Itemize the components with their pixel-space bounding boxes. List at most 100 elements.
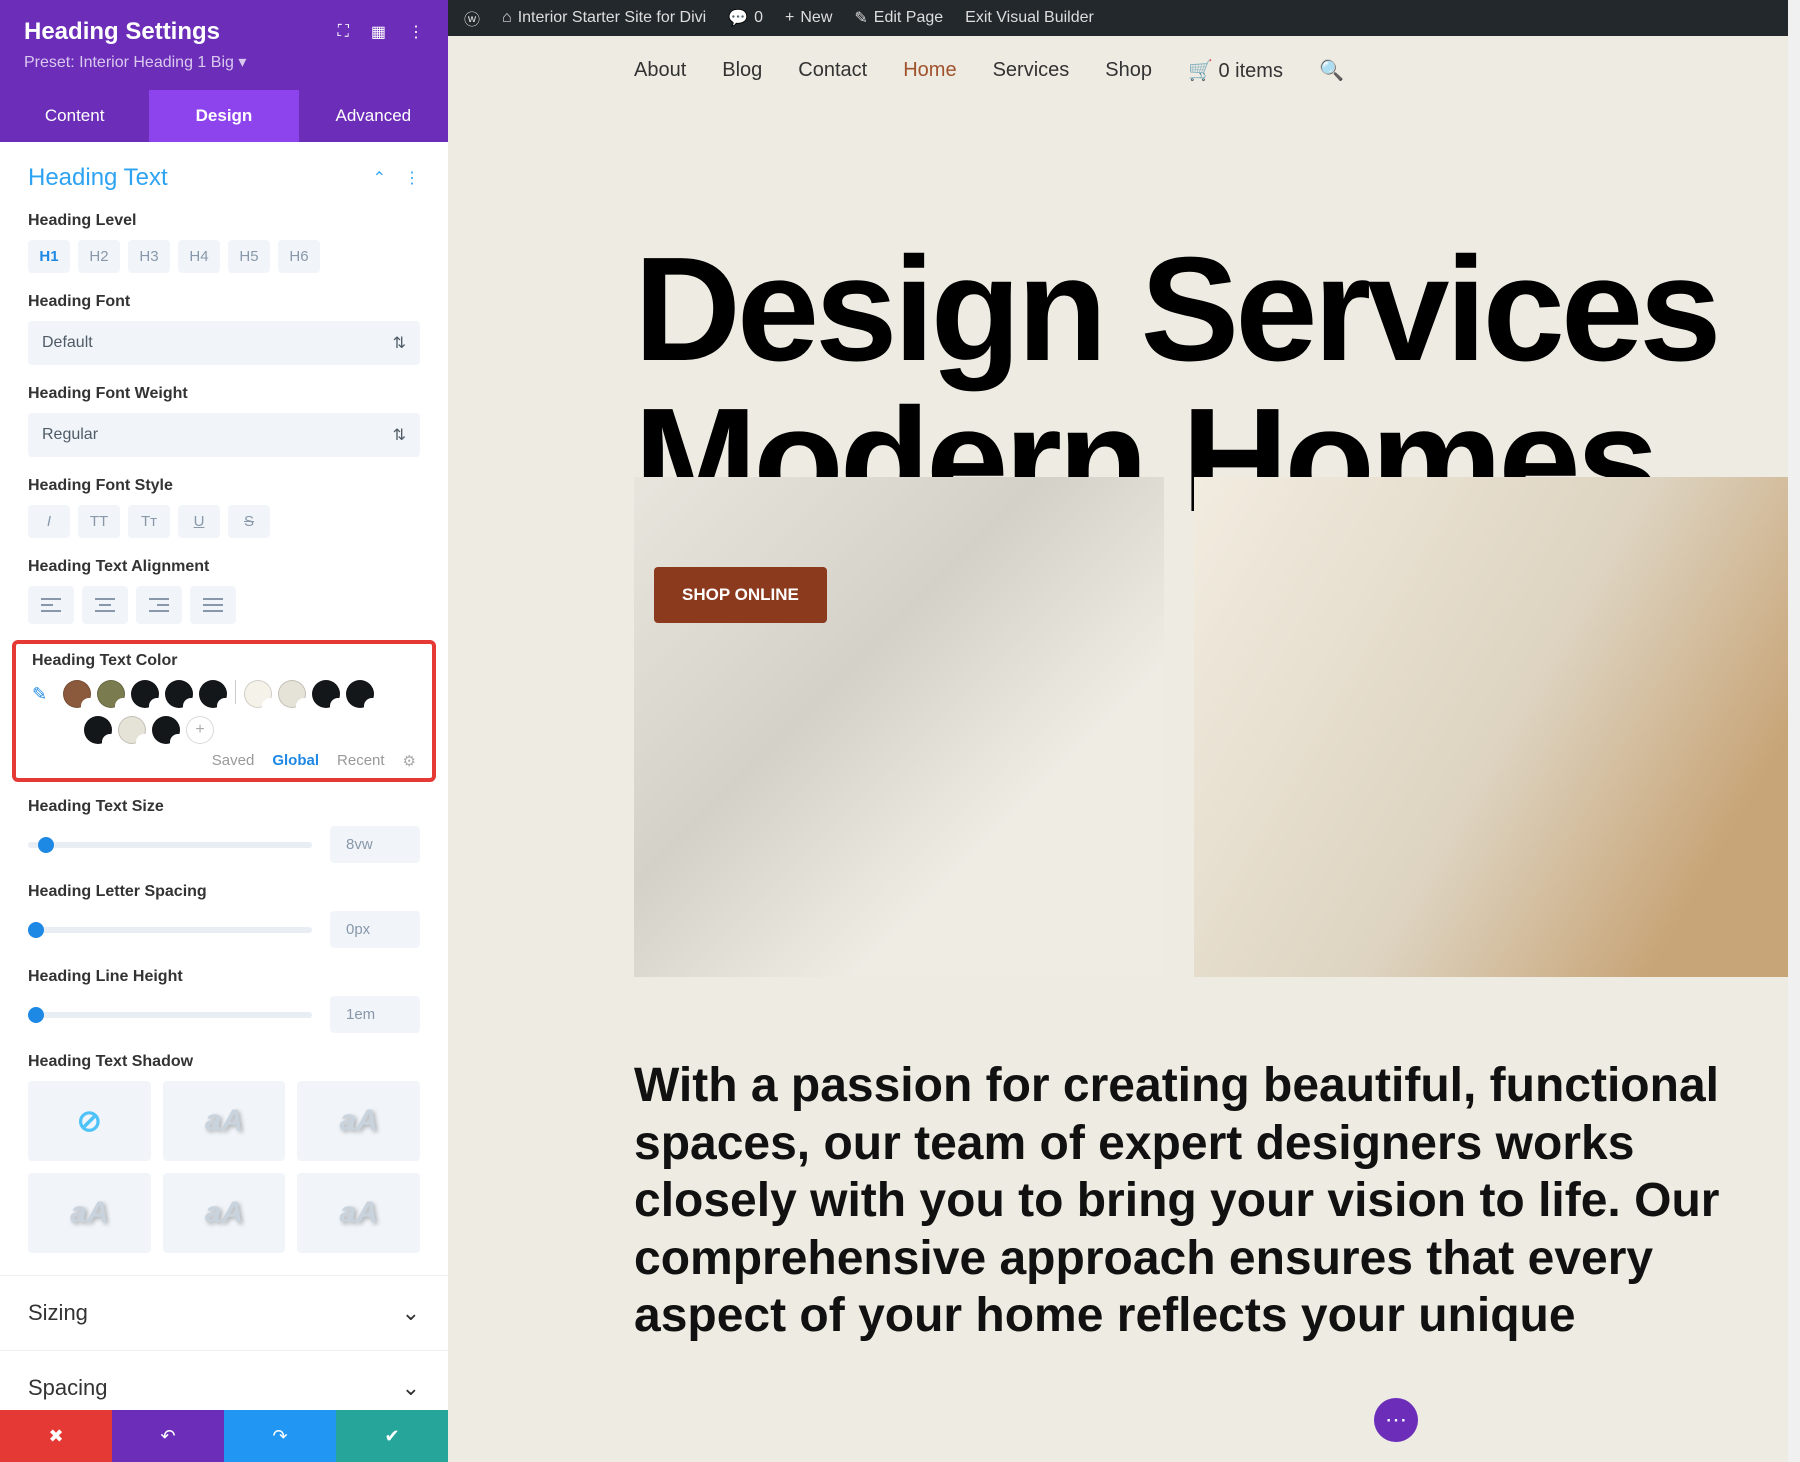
heading-color-field: Heading Text Color ✎ + Saved Global Rece… bbox=[12, 640, 436, 782]
shadow-preset-2[interactable]: aA bbox=[297, 1081, 420, 1161]
undo-button[interactable]: ↶ bbox=[112, 1410, 224, 1462]
color-swatch[interactable] bbox=[165, 680, 193, 708]
align-left[interactable] bbox=[28, 586, 74, 624]
cancel-button[interactable]: ✖ bbox=[0, 1410, 112, 1462]
color-tab-saved[interactable]: Saved bbox=[212, 752, 255, 770]
field-label: Heading Line Height bbox=[28, 968, 420, 986]
section-header[interactable]: Heading Text ⌃ ⋮ bbox=[0, 142, 448, 202]
style-italic[interactable]: I bbox=[28, 505, 70, 538]
panel-scroll[interactable]: Heading Text ⌃ ⋮ Heading Level H1 H2 H3 … bbox=[0, 142, 448, 1410]
level-h6[interactable]: H6 bbox=[278, 240, 320, 273]
spacing-section[interactable]: Spacing ⌄ bbox=[0, 1350, 448, 1410]
color-swatch[interactable] bbox=[131, 680, 159, 708]
color-swatch[interactable] bbox=[312, 680, 340, 708]
wp-new[interactable]: + New bbox=[785, 9, 832, 27]
field-label: Heading Text Color bbox=[32, 652, 416, 670]
chevron-up-icon[interactable]: ⌃ bbox=[373, 168, 386, 188]
wp-new-text: New bbox=[800, 9, 832, 27]
nav-blog[interactable]: Blog bbox=[722, 59, 762, 82]
level-h4[interactable]: H4 bbox=[178, 240, 220, 273]
nav-services[interactable]: Services bbox=[993, 59, 1070, 82]
color-swatch[interactable] bbox=[199, 680, 227, 708]
color-settings-icon[interactable]: ⚙ bbox=[403, 752, 416, 770]
level-h2[interactable]: H2 bbox=[78, 240, 120, 273]
panel-footer: ✖ ↶ ↷ ✔ bbox=[0, 1410, 448, 1462]
style-underline[interactable]: U bbox=[178, 505, 220, 538]
color-tab-recent[interactable]: Recent bbox=[337, 752, 385, 770]
shadow-preset-5[interactable]: aA bbox=[297, 1173, 420, 1253]
hero-image-2 bbox=[1194, 477, 1788, 977]
color-swatch[interactable] bbox=[97, 680, 125, 708]
weight-select[interactable]: Regular⇅ bbox=[28, 413, 420, 457]
nav-home[interactable]: Home bbox=[903, 59, 956, 82]
level-h1[interactable]: H1 bbox=[28, 240, 70, 273]
level-h3[interactable]: H3 bbox=[128, 240, 170, 273]
style-smallcaps[interactable]: Tᴛ bbox=[128, 505, 170, 538]
heading-style-field: Heading Font Style I TT Tᴛ U S bbox=[0, 467, 448, 548]
spacing-slider[interactable] bbox=[28, 927, 312, 933]
wp-logo-icon[interactable]: ⓦ bbox=[464, 6, 480, 30]
expand-icon[interactable]: ⛶ bbox=[338, 23, 349, 41]
add-color-icon[interactable]: + bbox=[186, 716, 214, 744]
color-swatch[interactable] bbox=[84, 716, 112, 744]
size-input[interactable]: 8vw bbox=[330, 826, 420, 863]
builder-fab[interactable]: ⋯ bbox=[1374, 1398, 1418, 1442]
wp-edit-page[interactable]: ✎ Edit Page bbox=[854, 8, 943, 28]
color-swatch[interactable] bbox=[152, 716, 180, 744]
sizing-label: Sizing bbox=[28, 1300, 88, 1326]
color-tab-global[interactable]: Global bbox=[272, 752, 319, 770]
shadow-preset-3[interactable]: aA bbox=[28, 1173, 151, 1253]
section-more-icon[interactable]: ⋮ bbox=[404, 168, 420, 188]
color-swatch[interactable] bbox=[118, 716, 146, 744]
hero-image-1: SHOP ONLINE bbox=[634, 477, 1164, 977]
lineheight-input[interactable]: 1em bbox=[330, 996, 420, 1033]
redo-button[interactable]: ↷ bbox=[224, 1410, 336, 1462]
shop-online-button[interactable]: SHOP ONLINE bbox=[654, 567, 827, 623]
eyedropper-icon[interactable]: ✎ bbox=[32, 684, 47, 705]
spacing-input[interactable]: 0px bbox=[330, 911, 420, 948]
cart-count: 0 items bbox=[1218, 60, 1282, 82]
lineheight-slider[interactable] bbox=[28, 1012, 312, 1018]
wp-site-name[interactable]: ⌂ Interior Starter Site for Divi bbox=[502, 9, 706, 27]
style-strike[interactable]: S bbox=[228, 505, 270, 538]
align-center[interactable] bbox=[82, 586, 128, 624]
font-value: Default bbox=[42, 334, 93, 352]
font-select[interactable]: Default⇅ bbox=[28, 321, 420, 365]
letter-spacing-field: Heading Letter Spacing 0px bbox=[0, 873, 448, 958]
preset-label[interactable]: Preset: Interior Heading 1 Big ▾ bbox=[24, 52, 424, 72]
wp-exit-builder[interactable]: Exit Visual Builder bbox=[965, 9, 1094, 27]
tab-advanced[interactable]: Advanced bbox=[299, 90, 448, 142]
nav-shop[interactable]: Shop bbox=[1105, 59, 1152, 82]
heading-font-field: Heading Font Default⇅ bbox=[0, 283, 448, 375]
save-button[interactable]: ✔ bbox=[336, 1410, 448, 1462]
tab-content[interactable]: Content bbox=[0, 90, 149, 142]
weight-value: Regular bbox=[42, 426, 98, 444]
nav-about[interactable]: About bbox=[634, 59, 686, 82]
more-icon[interactable]: ⋮ bbox=[408, 22, 424, 42]
size-slider[interactable] bbox=[28, 842, 312, 848]
level-h5[interactable]: H5 bbox=[228, 240, 270, 273]
align-right[interactable] bbox=[136, 586, 182, 624]
align-justify[interactable] bbox=[190, 586, 236, 624]
color-swatch[interactable] bbox=[346, 680, 374, 708]
tab-design[interactable]: Design bbox=[149, 90, 298, 142]
shadow-preset-1[interactable]: aA bbox=[163, 1081, 286, 1161]
color-swatch[interactable] bbox=[244, 680, 272, 708]
shadow-none[interactable]: ⊘ bbox=[28, 1081, 151, 1161]
color-swatch[interactable] bbox=[278, 680, 306, 708]
field-label: Heading Font bbox=[28, 293, 420, 311]
nav-contact[interactable]: Contact bbox=[798, 59, 867, 82]
color-swatch[interactable] bbox=[63, 680, 91, 708]
style-uppercase[interactable]: TT bbox=[78, 505, 120, 538]
chevron-down-icon: ⌄ bbox=[402, 1375, 420, 1401]
wp-comments[interactable]: 💬 0 bbox=[728, 8, 763, 28]
nav-search-icon[interactable]: 🔍 bbox=[1319, 58, 1344, 83]
section-title: Heading Text bbox=[28, 164, 168, 192]
grid-icon[interactable]: ▦ bbox=[371, 22, 386, 42]
nav-cart[interactable]: 🛒 0 items bbox=[1188, 58, 1283, 83]
sizing-section[interactable]: Sizing ⌄ bbox=[0, 1275, 448, 1350]
shadow-preset-4[interactable]: aA bbox=[163, 1173, 286, 1253]
wp-site-text: Interior Starter Site for Divi bbox=[518, 9, 707, 27]
site-nav: About Blog Contact Home Services Shop 🛒 … bbox=[634, 36, 1788, 105]
page-scrollbar[interactable] bbox=[1788, 0, 1800, 1462]
